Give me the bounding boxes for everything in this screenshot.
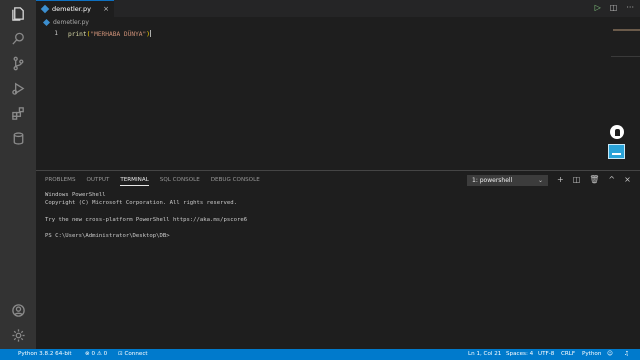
split-terminal-button[interactable]: ◫ [573,174,581,186]
tab-close-icon[interactable]: × [103,5,109,13]
editor-tab-bar: demetler.py × ▷ ◫ ··· [36,0,640,17]
tab-output[interactable]: OUTPUT [87,176,110,186]
tab-sql-console[interactable]: SQL CONSOLE [160,176,200,186]
code-function: print [68,31,87,38]
panel-actions: + ◫ 🗑 ^ × [557,174,631,186]
terminal-line: Try the new cross-platform PowerShell ht… [45,216,248,223]
code-line[interactable]: print("MERHABA DÜNYA") [68,30,151,38]
account-icon[interactable] [0,297,36,323]
editor-actions: ▷ ◫ ··· [595,2,634,14]
breadcrumb[interactable]: demetler.py [36,17,89,27]
extensions-icon[interactable] [0,100,36,126]
status-bar: Python 3.8.2 64-bit ⊗ 0 ⚠ 0 ⊡ Connect Ln… [0,349,640,360]
new-terminal-button[interactable]: + [557,174,564,186]
language-mode[interactable]: Python [582,349,601,360]
connect-button[interactable]: ⊡ Connect [118,349,148,360]
problems-count[interactable]: ⊗ 0 ⚠ 0 [85,349,107,360]
feedback-icon[interactable]: ☺ [607,349,613,360]
line-ending[interactable]: CRLF [561,349,575,360]
files-icon[interactable] [0,0,36,26]
bottom-panel: PROBLEMS OUTPUT TERMINAL SQL CONSOLE DEB… [36,170,640,349]
indentation[interactable]: Spaces: 4 [506,349,533,360]
split-editor-button[interactable]: ◫ [610,2,618,14]
line-number: 1 [54,30,58,37]
text-cursor [150,30,151,37]
code-string: "MERHABA DÜNYA" [90,31,147,38]
tab-problems[interactable]: PROBLEMS [45,176,76,186]
terminal-prompt: PS C:\Users\Administrator\Desktop\DB> [45,233,170,240]
terminal-line: Copyright (C) Microsoft Corporation. All… [45,200,237,207]
settings-gear-icon[interactable] [0,322,36,348]
search-icon[interactable] [0,25,36,51]
kill-terminal-button[interactable]: 🗑 [589,174,599,186]
close-panel-button[interactable]: × [624,174,631,186]
run-python-button[interactable]: ▷ [595,2,601,14]
maximize-panel-button[interactable]: ^ [608,174,615,186]
terminal-line: Windows PowerShell [45,192,106,198]
terminal-select[interactable]: 1: powershell ⌄ [467,175,548,186]
database-icon[interactable] [0,125,36,151]
chevron-down-icon: ⌄ [537,177,543,184]
debug-icon[interactable] [0,75,36,101]
python-interpreter[interactable]: Python 3.8.2 64-bit [18,349,72,360]
minimap[interactable] [613,29,640,31]
source-control-icon[interactable] [0,50,36,76]
terminal-select-value: 1: powershell [472,177,513,184]
encoding[interactable]: UTF-8 [538,349,554,360]
breadcrumb-file[interactable]: demetler.py [53,19,89,26]
cursor-position[interactable]: Ln 1, Col 21 [468,349,501,360]
code-editor[interactable]: 1 print("MERHABA DÜNYA") [36,27,640,170]
more-actions-button[interactable]: ··· [626,2,634,14]
terminal-output[interactable]: Windows PowerShell Copyright (C) Microsof… [45,191,247,241]
tab-terminal[interactable]: TERMINAL [120,176,149,186]
pen-tool-icon[interactable] [610,125,624,139]
notifications-icon[interactable]: ♫ [624,349,629,360]
python-file-icon [42,18,51,26]
editor-tab-demetler[interactable]: demetler.py × [36,0,114,17]
minimap-divider [611,56,640,57]
python-file-icon [40,4,50,14]
activity-bar [0,0,36,349]
tab-label: demetler.py [52,5,91,13]
screen-overlay-icon[interactable] [608,144,625,159]
panel-tabs: PROBLEMS OUTPUT TERMINAL SQL CONSOLE DEB… [45,176,260,186]
tab-debug-console[interactable]: DEBUG CONSOLE [211,176,260,186]
